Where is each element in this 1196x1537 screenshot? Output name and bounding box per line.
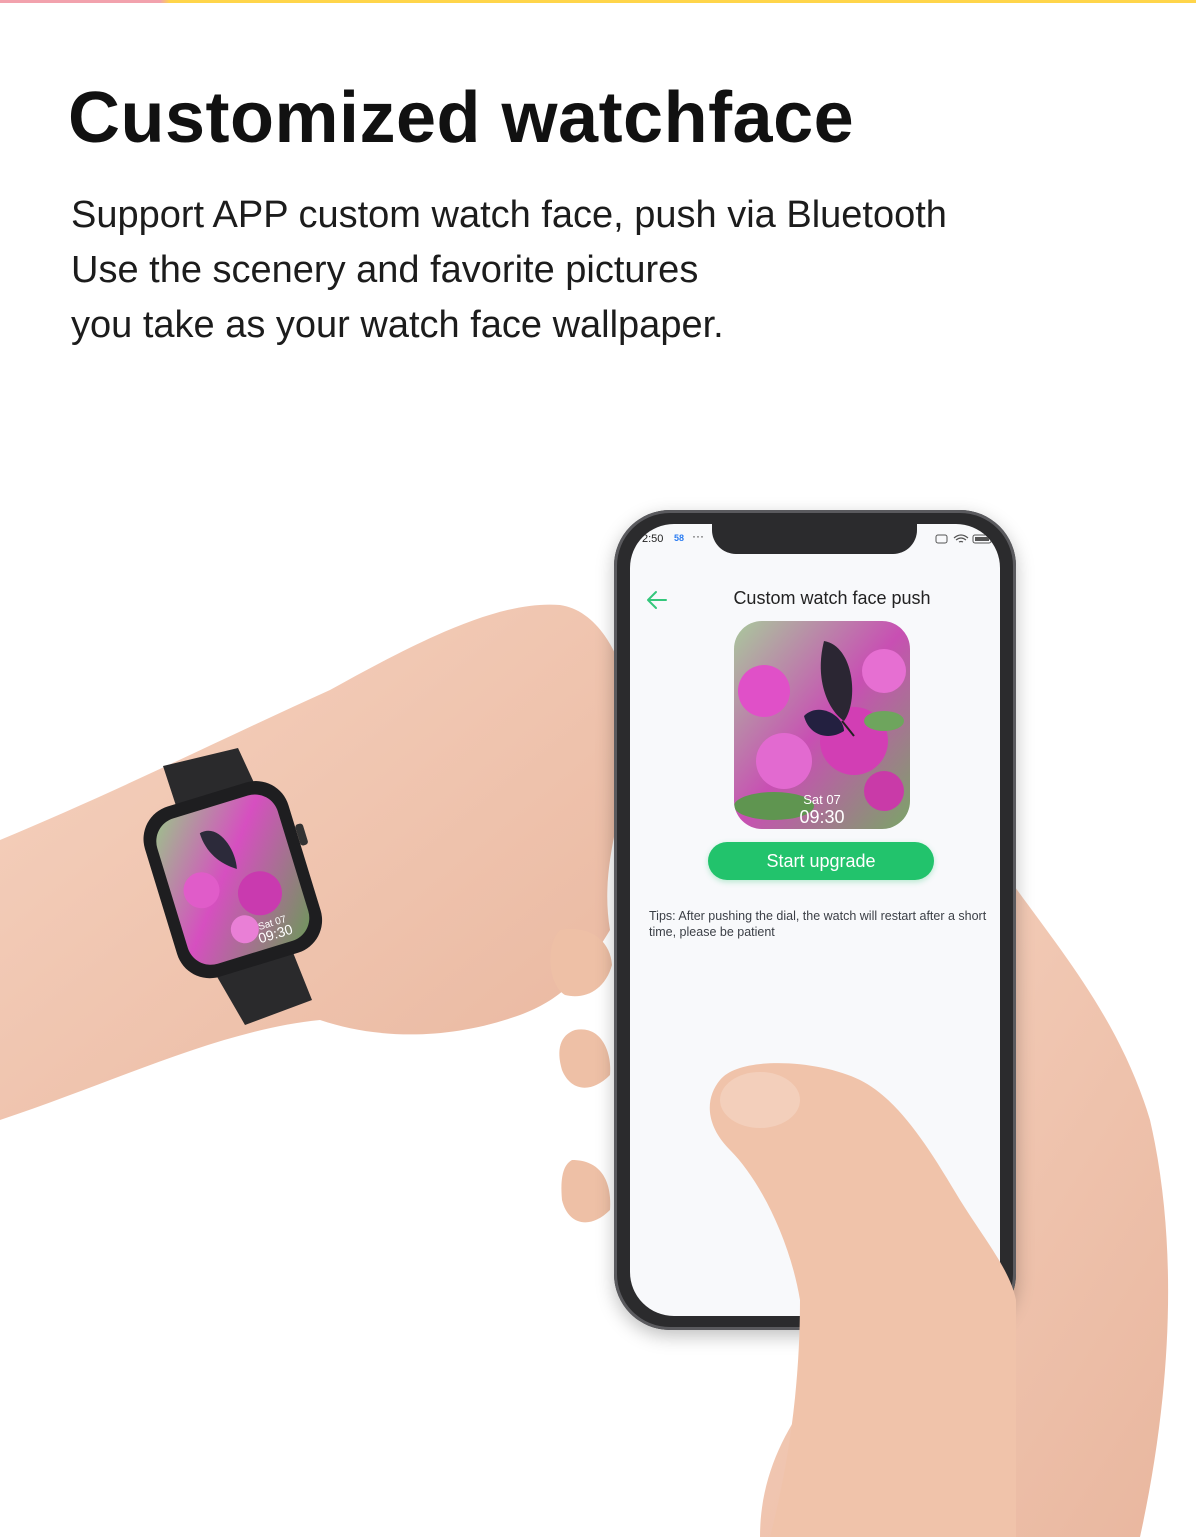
preview-date: Sat 07	[803, 792, 841, 807]
watchface-preview[interactable]: Sat 07 09:30	[734, 621, 910, 829]
phone-device: 2:50 58 ··· Custom watch face push Sat 0…	[614, 510, 1016, 1330]
status-icons	[935, 534, 992, 544]
phone-notch	[712, 524, 917, 554]
status-time: 2:50	[642, 533, 664, 545]
start-upgrade-button[interactable]: Start upgrade	[708, 842, 934, 880]
app-title: Custom watch face push	[733, 588, 931, 608]
forearm	[0, 604, 632, 1120]
tips-text: Tips: After pushing the dial, the watch …	[649, 909, 987, 939]
status-dots: ···	[692, 529, 704, 543]
phone-screen: 2:50 58 ··· Custom watch face push Sat 0…	[630, 524, 1000, 1316]
wifi-icon	[953, 534, 969, 543]
preview-time: 09:30	[799, 807, 845, 827]
arm-with-watch-illustration: Sat 07 09:30	[0, 604, 1169, 1537]
status-badge: 58	[674, 533, 685, 543]
close-box-icon	[935, 534, 948, 544]
